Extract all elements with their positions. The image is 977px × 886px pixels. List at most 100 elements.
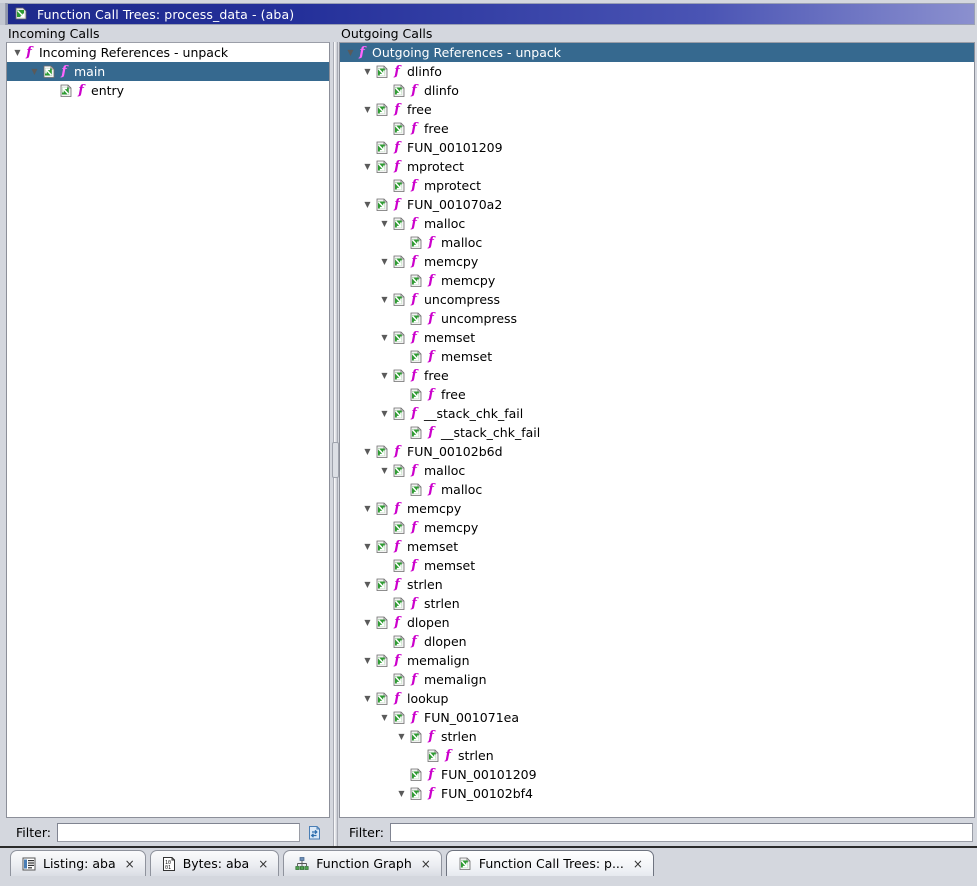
tree-row[interactable]: fstrlen <box>340 727 974 746</box>
tab-close-icon[interactable]: × <box>631 858 645 870</box>
expand-collapse-twisty-icon[interactable] <box>361 100 374 119</box>
tree-row[interactable]: ffree <box>340 119 974 138</box>
tree-row[interactable]: fmemalign <box>340 651 974 670</box>
function-glyph-icon: f <box>426 271 436 290</box>
tree-row[interactable]: fdlopen <box>340 632 974 651</box>
tree-row[interactable]: fdlinfo <box>340 62 974 81</box>
tree-row[interactable]: fmprotect <box>340 157 974 176</box>
tree-row[interactable]: fFUN_00101209 <box>340 138 974 157</box>
function-glyph-icon: f <box>426 727 436 746</box>
tab-close-icon[interactable]: × <box>256 858 270 870</box>
tree-row[interactable]: fmemalign <box>340 670 974 689</box>
expand-collapse-twisty-icon[interactable] <box>361 442 374 461</box>
tree-row[interactable]: funcompress <box>340 290 974 309</box>
tree-row[interactable]: ffree <box>340 100 974 119</box>
tree-row[interactable]: fFUN_001070a2 <box>340 195 974 214</box>
incoming-filter-input[interactable] <box>57 823 300 842</box>
tree-row[interactable]: fmemcpy <box>340 271 974 290</box>
function-glyph-icon: f <box>426 480 436 499</box>
tab-close-icon[interactable]: × <box>419 858 433 870</box>
tree-row-label: mprotect <box>407 157 464 176</box>
incoming-calls-tree[interactable]: fIncoming References - unpackfmainfentry <box>6 42 330 818</box>
function-glyph-icon: f <box>392 651 402 670</box>
outgoing-call-icon <box>408 349 424 365</box>
expand-collapse-twisty-icon[interactable] <box>361 651 374 670</box>
tree-row[interactable]: fmalloc <box>340 233 974 252</box>
tree-row[interactable]: ffree <box>340 385 974 404</box>
tree-row-label: free <box>424 366 449 385</box>
expand-collapse-twisty-icon[interactable] <box>28 62 41 81</box>
expand-collapse-twisty-icon[interactable] <box>361 157 374 176</box>
tree-row[interactable]: fmemcpy <box>340 499 974 518</box>
outgoing-call-icon <box>425 748 441 764</box>
tree-row[interactable]: fmain <box>7 62 329 81</box>
expand-collapse-twisty-icon[interactable] <box>361 575 374 594</box>
bottom-tab[interactable]: Function Call Trees: p...× <box>446 850 654 876</box>
tree-row[interactable]: funcompress <box>340 309 974 328</box>
function-glyph-icon: f <box>426 309 436 328</box>
incoming-filter-bar: Filter: <box>6 818 330 846</box>
bottom-tab[interactable]: 1001Bytes: aba× <box>150 850 280 876</box>
tree-row-label: dlopen <box>424 632 467 651</box>
tree-row[interactable]: fIncoming References - unpack <box>7 43 329 62</box>
function-glyph-icon: f <box>409 81 419 100</box>
expand-collapse-twisty-icon[interactable] <box>11 43 24 62</box>
expand-collapse-twisty-icon[interactable] <box>378 404 391 423</box>
expand-collapse-twisty-icon[interactable] <box>344 43 357 62</box>
tree-row[interactable]: fmalloc <box>340 214 974 233</box>
expand-collapse-twisty-icon[interactable] <box>361 195 374 214</box>
function-glyph-icon: f <box>426 765 436 784</box>
tree-row[interactable]: fmemset <box>340 537 974 556</box>
expand-collapse-twisty-icon[interactable] <box>361 613 374 632</box>
tree-row[interactable]: fFUN_00102b6d <box>340 442 974 461</box>
function-glyph-icon: f <box>409 176 419 195</box>
expand-collapse-twisty-icon[interactable] <box>378 328 391 347</box>
tree-row[interactable]: f__stack_chk_fail <box>340 404 974 423</box>
tree-row[interactable]: fmprotect <box>340 176 974 195</box>
filter-options-icon[interactable] <box>304 822 326 844</box>
tree-row[interactable]: fentry <box>7 81 329 100</box>
tree-row[interactable]: fstrlen <box>340 575 974 594</box>
panel-splitter[interactable] <box>330 42 339 846</box>
tree-row[interactable]: fmemcpy <box>340 518 974 537</box>
tree-row-label: malloc <box>441 233 482 252</box>
outgoing-filter-input[interactable] <box>390 823 973 842</box>
expand-collapse-twisty-icon[interactable] <box>378 252 391 271</box>
tree-row[interactable]: ffree <box>340 366 974 385</box>
tree-row[interactable]: fmalloc <box>340 480 974 499</box>
tree-row[interactable]: fFUN_001071ea <box>340 708 974 727</box>
tree-row[interactable]: fstrlen <box>340 746 974 765</box>
tree-row[interactable]: fmemcpy <box>340 252 974 271</box>
expand-collapse-twisty-icon[interactable] <box>395 727 408 746</box>
expand-collapse-twisty-icon[interactable] <box>378 708 391 727</box>
expand-collapse-twisty-icon[interactable] <box>395 784 408 803</box>
tab-close-icon[interactable]: × <box>123 858 137 870</box>
bottom-tab[interactable]: Listing: aba× <box>10 850 146 876</box>
tree-row[interactable]: f__stack_chk_fail <box>340 423 974 442</box>
expand-collapse-twisty-icon[interactable] <box>361 62 374 81</box>
bottom-tab[interactable]: Function Graph× <box>283 850 442 876</box>
splitter-grip[interactable] <box>332 442 339 478</box>
tree-row-label: FUN_00101209 <box>407 138 503 157</box>
tree-row[interactable]: fFUN_00101209 <box>340 765 974 784</box>
expand-collapse-twisty-icon[interactable] <box>361 537 374 556</box>
tree-row[interactable]: fmemset <box>340 328 974 347</box>
tree-row-label: malloc <box>441 480 482 499</box>
tree-row[interactable]: fdlopen <box>340 613 974 632</box>
tree-row[interactable]: fmemset <box>340 347 974 366</box>
outgoing-calls-tree[interactable]: fOutgoing References - unpackfdlinfofdli… <box>339 42 975 818</box>
tree-row[interactable]: flookup <box>340 689 974 708</box>
tree-row[interactable]: fFUN_00102bf4 <box>340 784 974 803</box>
expand-collapse-twisty-icon[interactable] <box>378 461 391 480</box>
tree-row[interactable]: fdlinfo <box>340 81 974 100</box>
tree-row[interactable]: fmemset <box>340 556 974 575</box>
tree-row[interactable]: fOutgoing References - unpack <box>340 43 974 62</box>
expand-collapse-twisty-icon[interactable] <box>361 499 374 518</box>
tree-row[interactable]: fmalloc <box>340 461 974 480</box>
expand-collapse-twisty-icon[interactable] <box>378 290 391 309</box>
expand-collapse-twisty-icon[interactable] <box>378 366 391 385</box>
tree-row-label: memcpy <box>407 499 461 518</box>
tree-row[interactable]: fstrlen <box>340 594 974 613</box>
expand-collapse-twisty-icon[interactable] <box>361 689 374 708</box>
expand-collapse-twisty-icon[interactable] <box>378 214 391 233</box>
